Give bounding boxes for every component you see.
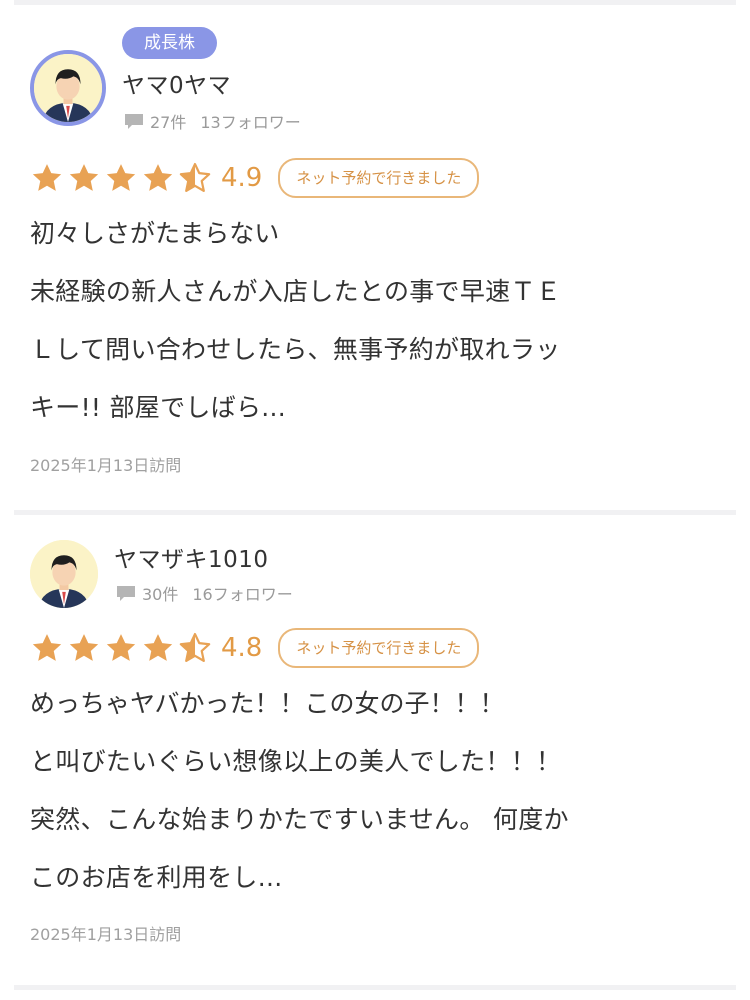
half-star-icon [179,632,211,662]
star-icon [32,633,62,661]
user-avatar[interactable] [30,540,98,608]
review-divider [14,985,736,990]
follower-count: 16フォロワー [192,585,293,604]
user-meta: 30件 16フォロワー [116,581,293,605]
star-rating [30,632,215,665]
rating-row: 4.8 ネット予約で行きました [30,628,480,668]
review-card: ヤマザキ1010 30件 16フォロワー 4.8 ネット予約で行きました めっち… [0,0,750,1000]
visit-date: 2025年1月13日訪問 [30,925,182,944]
review-body-line[interactable]: 突然、こんな始まりかたですいません。 何度か [30,800,569,836]
avatar-icon [30,540,98,608]
star-icon [143,633,173,661]
star-icon [69,633,99,661]
review-count: 30件 [142,585,179,604]
star-icon [106,633,136,661]
rating-score: 4.8 [221,633,263,663]
username[interactable]: ヤマザキ1010 [114,540,269,574]
visit-type-badge: ネット予約で行きました [278,628,480,668]
review-title[interactable]: めっちゃヤバかった！！この女の子！！！ [30,684,505,720]
review-body-line[interactable]: と叫びたいぐらい想像以上の美人でした！！！ [30,742,561,778]
comment-icon [117,585,135,601]
review-body-line[interactable]: このお店を利用をし... [30,858,282,894]
